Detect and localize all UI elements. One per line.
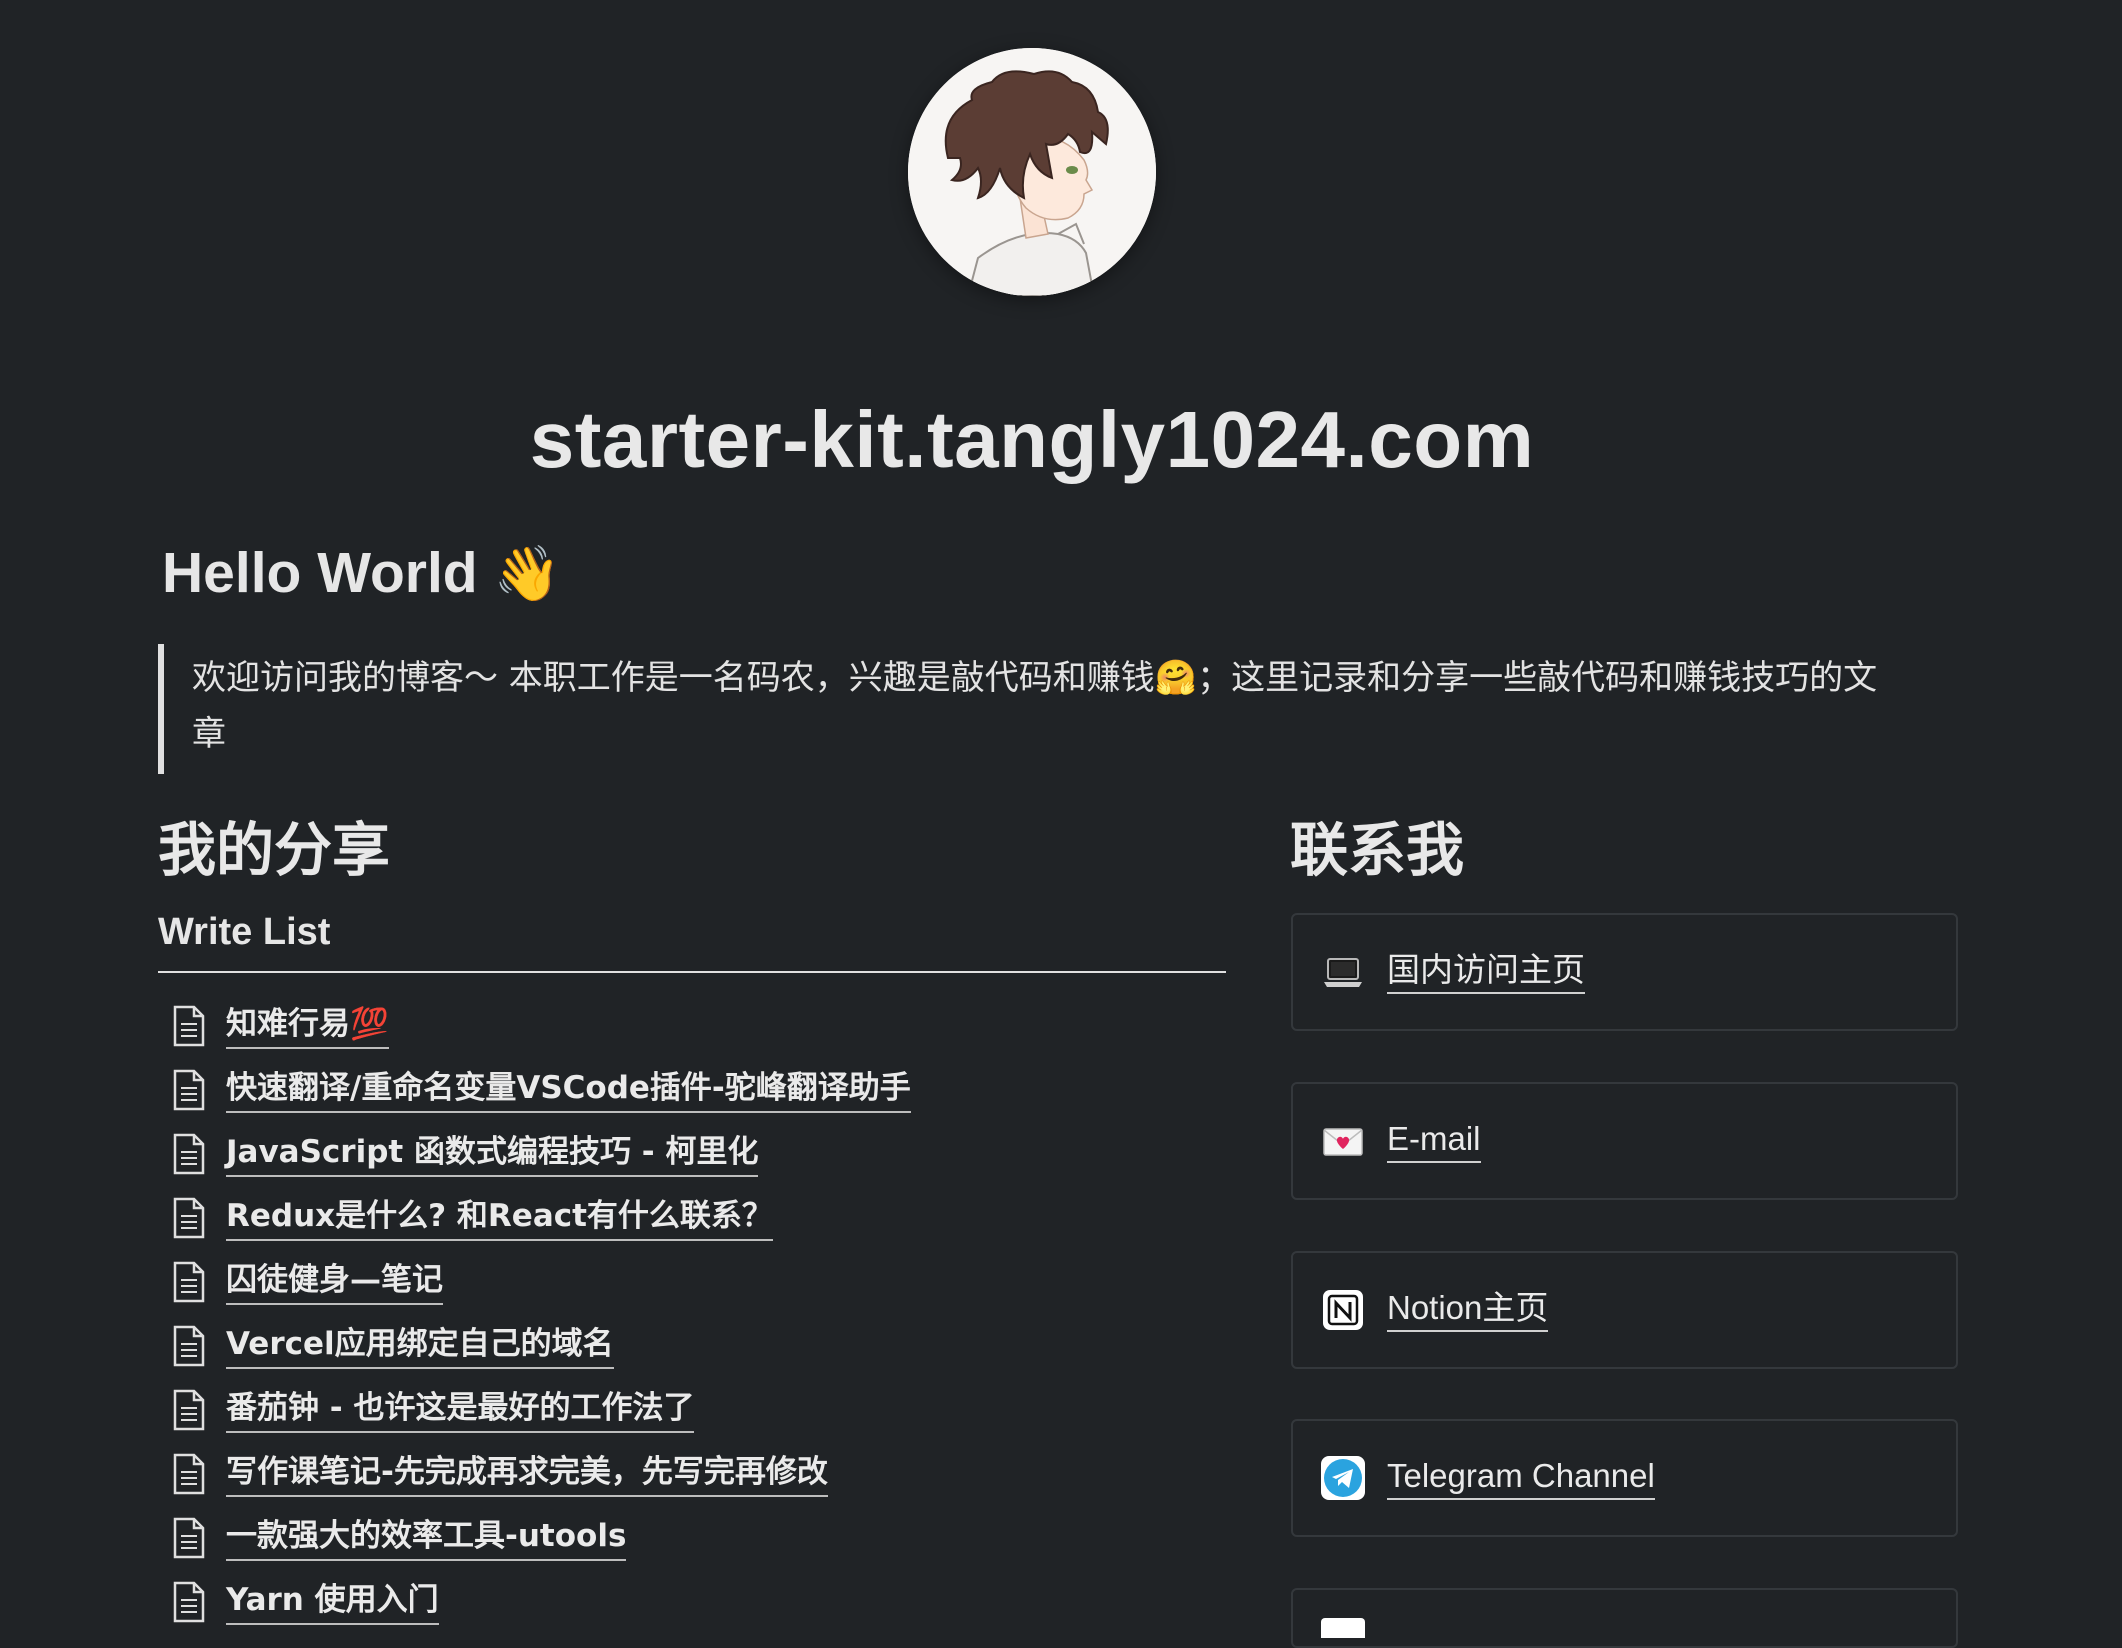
intro-quote-line1: 欢迎访问我的博客～ 本职工作是一名码农，兴趣是敲代码和赚钱🤗；这里记录和分享一些…	[192, 658, 1878, 698]
contact-card-next[interactable]	[1291, 1588, 1958, 1648]
list-item[interactable]: Vercel应用绑定自己的域名	[172, 1314, 911, 1378]
site-title: starter-kit.tangly1024.com	[529, 395, 1535, 484]
page-icon	[172, 1517, 206, 1559]
list-item-link[interactable]: 番茄钟 - 也许这是最好的工作法了	[226, 1388, 695, 1433]
notion-icon	[1321, 1288, 1365, 1332]
page-icon	[172, 1261, 206, 1303]
list-item[interactable]: 写作课笔记-先完成再求完美，先写完再修改	[172, 1442, 911, 1506]
intro-quote-line2: 章	[192, 714, 226, 754]
contact-card-notion[interactable]: Notion主页	[1291, 1251, 1958, 1369]
hero-heading-text: Hello World	[162, 541, 478, 605]
contact-card-homepage-cn[interactable]: 国内访问主页	[1291, 913, 1958, 1031]
list-item[interactable]: 囚徒健身—笔记	[172, 1250, 911, 1314]
page-icon	[172, 1005, 206, 1047]
write-list-title: Write List	[158, 911, 331, 953]
telegram-icon	[1321, 1456, 1365, 1500]
contact-card-email[interactable]: E-mail	[1291, 1082, 1958, 1200]
contact-link[interactable]: 国内访问主页	[1387, 950, 1585, 994]
contact-icon	[1321, 1618, 1365, 1638]
contact-link[interactable]: E-mail	[1387, 1119, 1481, 1163]
list-item[interactable]: 番茄钟 - 也许这是最好的工作法了	[172, 1378, 911, 1442]
hero-heading: Hello World 👋	[162, 536, 561, 611]
page-icon	[172, 1325, 206, 1367]
list-item[interactable]: Yarn 使用入门	[172, 1570, 911, 1634]
contact-link[interactable]: Telegram Channel	[1387, 1456, 1655, 1500]
page-icon	[172, 1389, 206, 1431]
contact-card-telegram[interactable]: Telegram Channel	[1291, 1419, 1958, 1537]
list-item-link[interactable]: Vercel应用绑定自己的域名	[226, 1324, 614, 1369]
avatar	[908, 48, 1156, 296]
list-item[interactable]: JavaScript 函数式编程技巧 - 柯里化	[172, 1122, 911, 1186]
list-item[interactable]: 知难行易💯	[172, 994, 911, 1058]
waving-hand-icon: 👋	[493, 544, 561, 604]
page-icon	[172, 1453, 206, 1495]
contact-link[interactable]: Notion主页	[1387, 1288, 1549, 1332]
list-item-link[interactable]: 知难行易💯	[226, 1004, 389, 1049]
list-item[interactable]: Redux是什么? 和React有什么联系？	[172, 1186, 911, 1250]
list-item-link[interactable]: 写作课笔记-先完成再求完美，先写完再修改	[226, 1452, 828, 1497]
write-list: 知难行易💯 快速翻译/重命名变量VSCode插件-驼峰翻译助手 JavaScri…	[172, 994, 911, 1634]
list-item-link[interactable]: 快速翻译/重命名变量VSCode插件-驼峰翻译助手	[226, 1068, 911, 1113]
love-letter-icon	[1321, 1119, 1365, 1163]
page-icon	[172, 1197, 206, 1239]
share-section-title: 我的分享	[158, 816, 391, 884]
avatar-image	[908, 48, 1156, 296]
list-item-link[interactable]: 一款强大的效率工具-utools	[226, 1516, 627, 1561]
list-item-link[interactable]: JavaScript 函数式编程技巧 - 柯里化	[226, 1132, 759, 1177]
list-item[interactable]: 一款强大的效率工具-utools	[172, 1506, 911, 1570]
list-item-link[interactable]: Yarn 使用入门	[226, 1580, 439, 1625]
laptop-icon	[1321, 950, 1365, 994]
list-item-link[interactable]: 囚徒健身—笔记	[226, 1260, 443, 1305]
page-icon	[172, 1133, 206, 1175]
write-list-divider	[158, 971, 1226, 973]
page-icon	[172, 1581, 206, 1623]
list-item-link[interactable]: Redux是什么? 和React有什么联系？	[226, 1196, 773, 1241]
page-icon	[172, 1069, 206, 1111]
list-item[interactable]: 快速翻译/重命名变量VSCode插件-驼峰翻译助手	[172, 1058, 911, 1122]
intro-quote: 欢迎访问我的博客～ 本职工作是一名码农，兴趣是敲代码和赚钱🤗；这里记录和分享一些…	[158, 644, 1958, 774]
contact-section-title: 联系我	[1290, 816, 1465, 884]
